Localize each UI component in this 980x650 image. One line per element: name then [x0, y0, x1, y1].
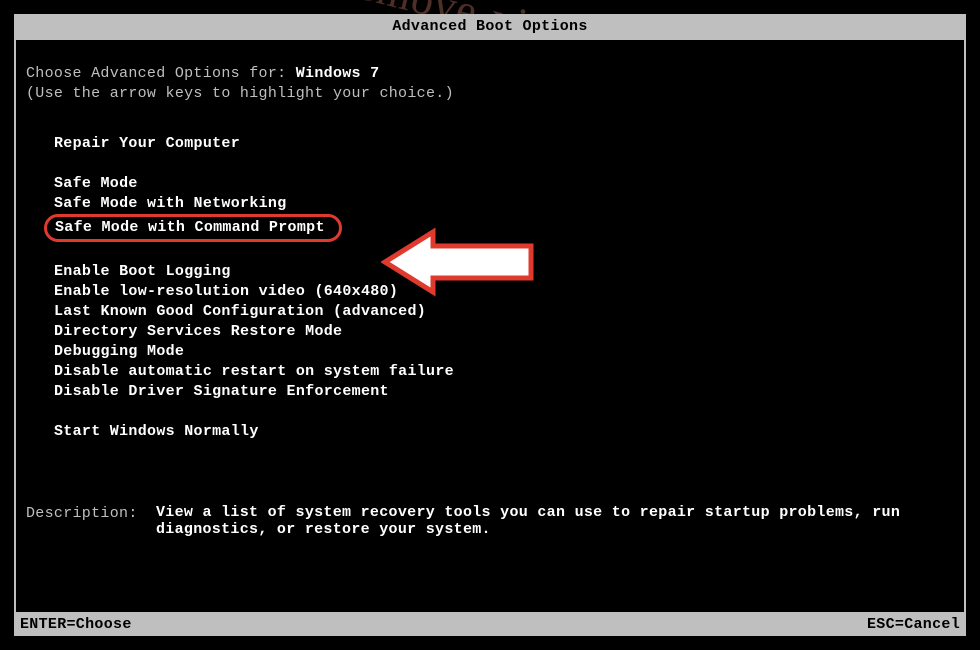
footer-bar: ENTER=Choose ESC=Cancel [14, 612, 966, 636]
choose-line: Choose Advanced Options for: Windows 7 [26, 64, 954, 84]
os-name: Windows 7 [296, 65, 380, 82]
description-row: Description: View a list of system recov… [26, 504, 954, 538]
hint-line: (Use the arrow keys to highlight your ch… [26, 84, 954, 104]
boot-menu-item[interactable]: Disable automatic restart on system fail… [54, 362, 954, 382]
choose-prefix: Choose Advanced Options for: [26, 65, 296, 82]
boot-options-window: Advanced Boot Options Choose Advanced Op… [14, 14, 966, 636]
boot-menu-item[interactable]: Disable Driver Signature Enforcement [54, 382, 954, 402]
boot-menu-item[interactable]: Enable Boot Logging [54, 262, 954, 282]
boot-menu-item[interactable]: Debugging Mode [54, 342, 954, 362]
description-label: Description: [26, 504, 156, 538]
boot-menu-item[interactable]: Safe Mode [54, 174, 954, 194]
boot-menu-item[interactable]: Last Known Good Configuration (advanced) [54, 302, 954, 322]
boot-menu-item[interactable]: Start Windows Normally [54, 422, 954, 442]
footer-esc: ESC=Cancel [867, 616, 960, 633]
boot-menu-item[interactable]: Safe Mode with Command Prompt [54, 214, 954, 242]
footer-enter: ENTER=Choose [20, 616, 132, 633]
menu-separator [54, 402, 954, 422]
boot-menu-item[interactable]: Enable low-resolution video (640x480) [54, 282, 954, 302]
boot-menu-item[interactable]: Directory Services Restore Mode [54, 322, 954, 342]
menu-separator [54, 154, 954, 174]
window-title: Advanced Boot Options [14, 14, 966, 40]
boot-menu-item[interactable]: Safe Mode with Networking [54, 194, 954, 214]
boot-menu-item[interactable]: Repair Your Computer [54, 134, 954, 154]
description-text: View a list of system recovery tools you… [156, 504, 954, 538]
content-area: Choose Advanced Options for: Windows 7 (… [26, 64, 954, 602]
menu-separator [54, 242, 954, 262]
boot-menu[interactable]: Repair Your ComputerSafe ModeSafe Mode w… [54, 134, 954, 442]
boot-menu-item-highlighted[interactable]: Safe Mode with Command Prompt [44, 214, 342, 242]
